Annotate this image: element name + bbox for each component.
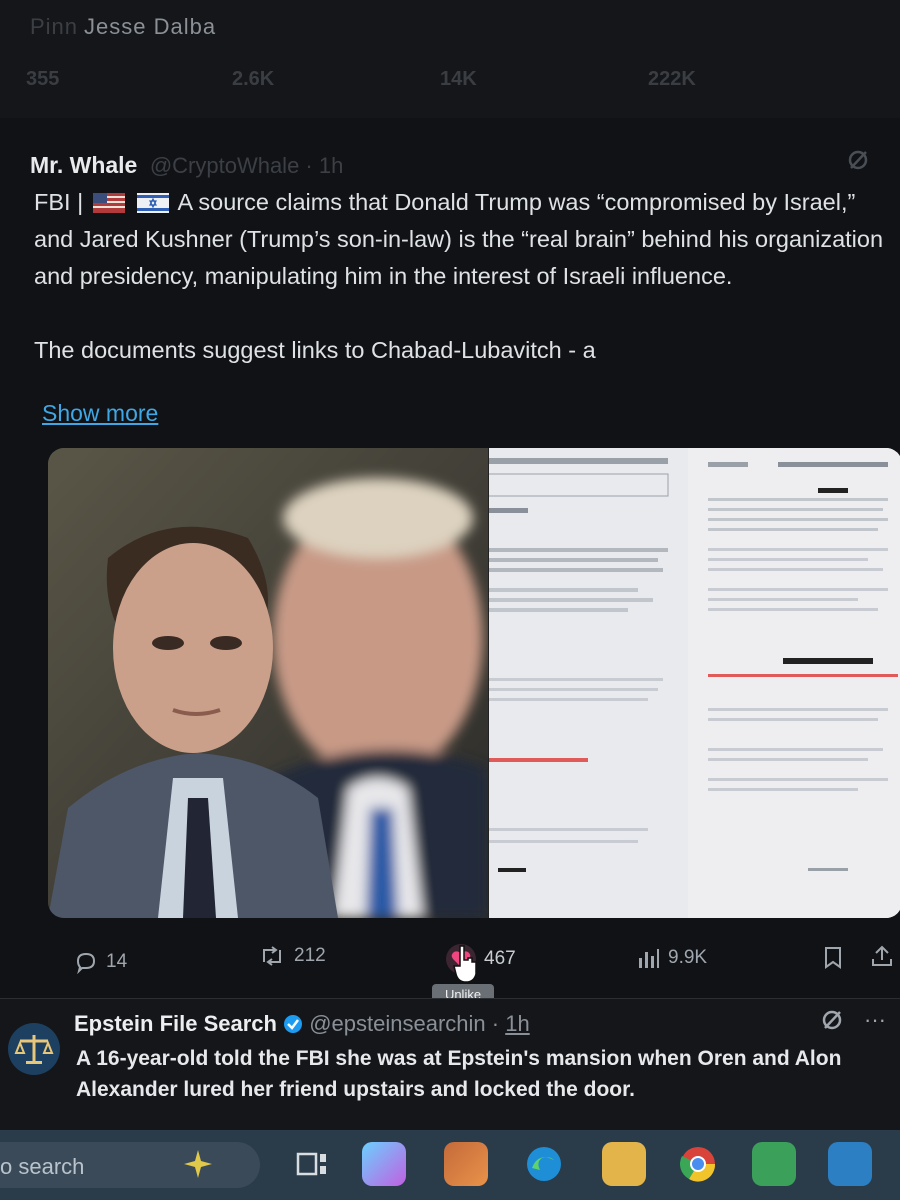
hand-cursor-icon — [453, 945, 477, 983]
outlook-icon[interactable] — [828, 1142, 872, 1186]
post-author-name[interactable]: Mr. Whale — [30, 152, 137, 178]
previous-repost-count[interactable]: 2.6K — [232, 68, 274, 91]
chrome-icon[interactable] — [676, 1142, 720, 1186]
post2-author-handle[interactable]: @epsteinsearchin · — [309, 1011, 499, 1036]
post2-author-row: Epstein File Search @epsteinsearchin · 1… — [74, 1011, 530, 1037]
scales-icon — [14, 1035, 54, 1064]
bookmark-button[interactable] — [822, 946, 844, 970]
repost-button[interactable]: 212 — [258, 944, 326, 968]
verified-badge-icon — [284, 1015, 303, 1033]
previous-author-prefix: Pinn — [30, 14, 79, 39]
avatar[interactable] — [8, 1023, 60, 1075]
repost-icon — [263, 946, 281, 966]
post2-text: A 16-year-old told the FBI she was at Ep… — [76, 1047, 842, 1101]
israel-flag-icon — [137, 187, 170, 213]
previous-like-count[interactable]: 14K — [440, 68, 477, 91]
bookmark-icon — [825, 947, 841, 969]
views-icon — [639, 949, 659, 968]
post-author-handle[interactable]: @CryptoWhale · 1h — [150, 153, 344, 178]
taskbar-search-placeholder: o search — [0, 1154, 85, 1179]
post2-author-name[interactable]: Epstein File Search — [74, 1011, 277, 1036]
photo-kushner-trump[interactable] — [48, 448, 488, 918]
post2-timestamp[interactable]: 1h — [505, 1011, 529, 1036]
windows-taskbar: o search — [0, 1130, 900, 1200]
share-button[interactable] — [870, 944, 894, 968]
grok-icon[interactable] — [820, 1008, 844, 1032]
post-epstein-file-search: Epstein File Search @epsteinsearchin · 1… — [0, 998, 900, 1131]
post-mr-whale: Mr. Whale @CryptoWhale · 1h FBI | A sour… — [0, 118, 900, 998]
views-button[interactable]: 9.9K — [636, 946, 707, 970]
grok-icon[interactable] — [846, 148, 870, 172]
us-flag-icon — [92, 187, 125, 213]
reply-count: 14 — [106, 951, 128, 972]
previous-post-author[interactable]: Pinn Jesse Dalba — [30, 14, 216, 40]
fbi-document-page-1[interactable] — [487, 448, 688, 918]
post-text-second: The documents suggest links to Chabad-Lu… — [34, 337, 596, 363]
post-author-row: Mr. Whale @CryptoWhale · 1h — [30, 152, 343, 182]
file-explorer-icon[interactable] — [602, 1142, 646, 1186]
share-icon — [872, 945, 892, 966]
view-count: 9.9K — [668, 947, 708, 968]
previous-post-actions: 355 2.6K 14K 222K — [0, 62, 900, 102]
previous-post: Pinn Jesse Dalba 355 2.6K 14K 222K — [0, 0, 900, 119]
post-media[interactable] — [48, 448, 900, 918]
repost-count: 212 — [294, 945, 326, 966]
show-more-link[interactable]: Show more — [42, 400, 158, 427]
reply-button[interactable]: 14 — [74, 950, 127, 974]
sparkle-icon[interactable] — [176, 1142, 220, 1186]
post-text: FBI | A source claims that Donald Trump … — [34, 187, 884, 363]
post2-top-icons: ··· — [820, 1007, 886, 1033]
more-options-icon[interactable]: ··· — [864, 1007, 886, 1033]
task-view-icon[interactable] — [290, 1142, 334, 1186]
copilot-icon[interactable] — [362, 1142, 406, 1186]
reply-icon — [76, 952, 96, 974]
edge-icon[interactable] — [522, 1142, 566, 1186]
fbi-document-page-2[interactable] — [688, 448, 900, 918]
previous-view-count[interactable]: 222K — [648, 68, 696, 91]
like-count: 467 — [484, 948, 516, 969]
store-icon[interactable] — [444, 1142, 488, 1186]
notes-app-icon[interactable] — [752, 1142, 796, 1186]
previous-reply-count[interactable]: 355 — [26, 68, 59, 91]
